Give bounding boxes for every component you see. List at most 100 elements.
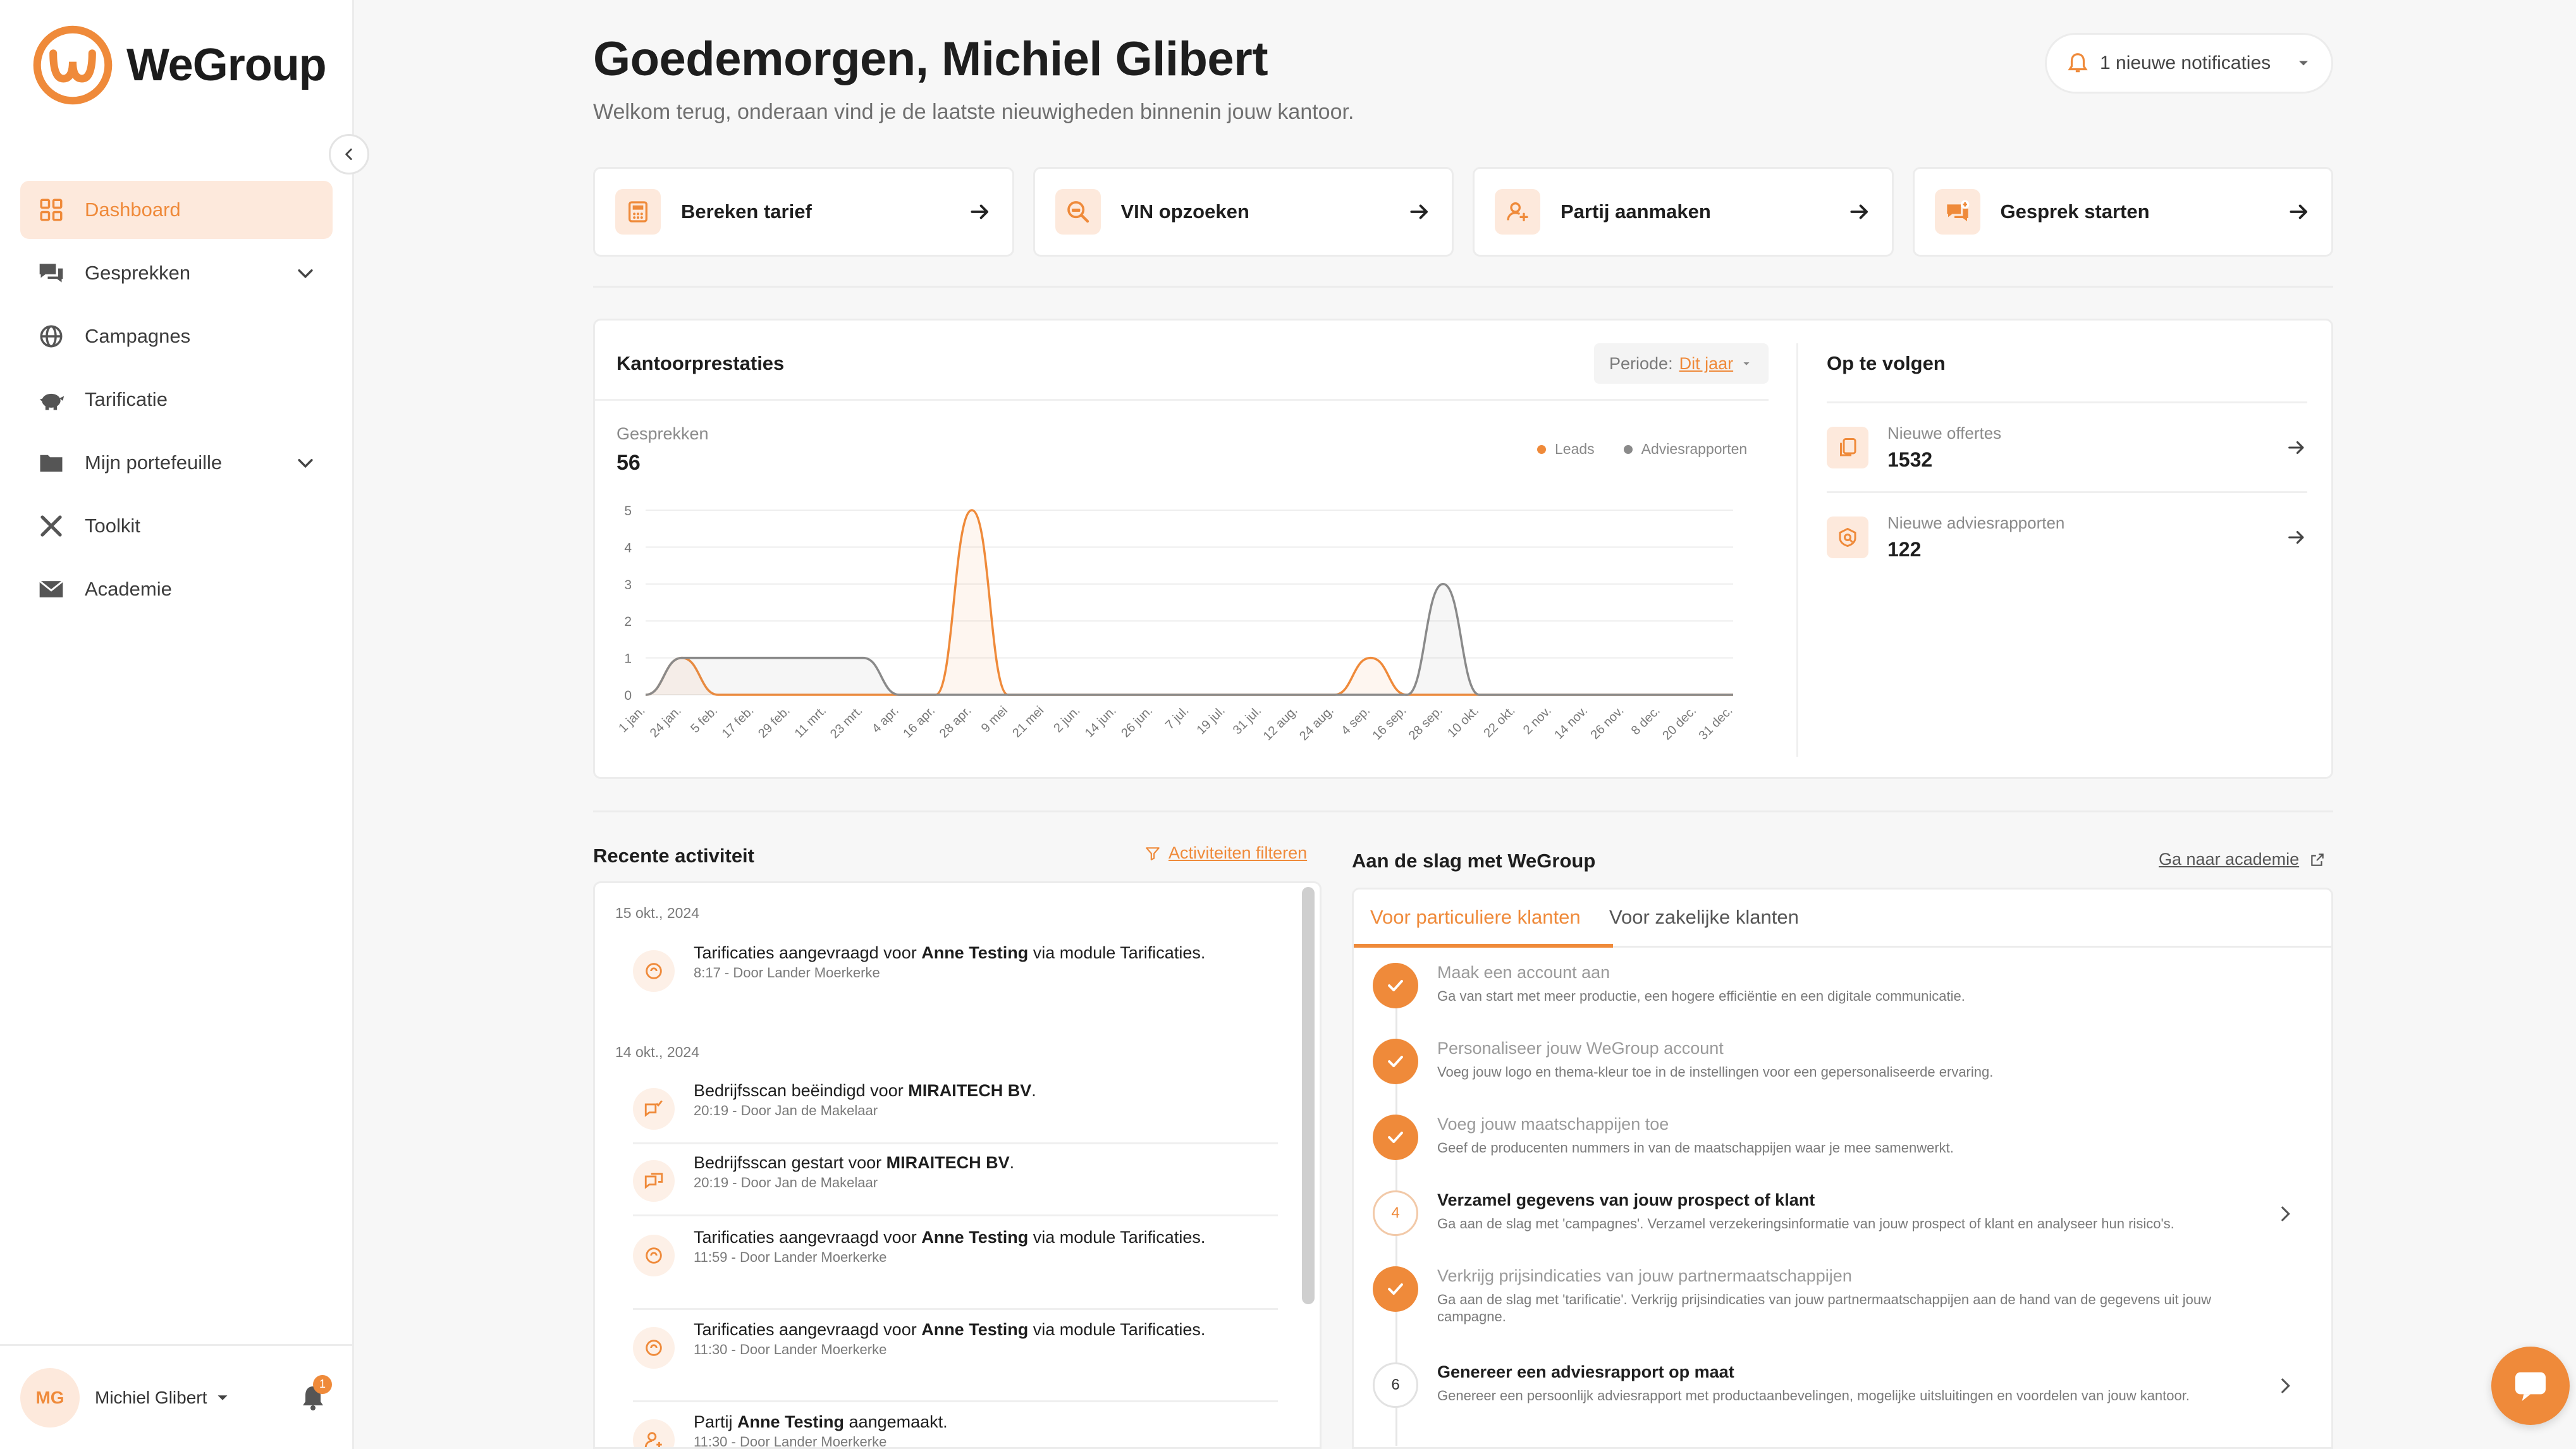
add-user-icon: [633, 1419, 675, 1447]
step-description: Ga van start met meer productie, een hog…: [1437, 988, 1965, 1004]
chevron-down-icon[interactable]: [295, 452, 316, 474]
sidebar-item-toolkit[interactable]: Toolkit: [20, 497, 333, 555]
sidebar-item-dashboard[interactable]: Dashboard: [20, 181, 333, 239]
vin-opzoeken-button[interactable]: VIN opzoeken: [1033, 167, 1454, 257]
list-item[interactable]: Tarificaties aangevraagd voor Anne Testi…: [633, 1227, 1278, 1276]
activity-text: Partij Anne Testing aangemaakt.: [694, 1412, 948, 1431]
arrow-right-icon: [2288, 441, 2304, 455]
scrollbar[interactable]: [1302, 887, 1315, 1304]
list-item[interactable]: Partij Anne Testing aangemaakt. 11:30 - …: [633, 1412, 1278, 1447]
action-label: VIN opzoeken: [1120, 200, 1249, 223]
follow-item-offertes[interactable]: Nieuwe offertes 1532: [1827, 407, 2307, 489]
step-description: Genereer een persoonlijk adviesrapport m…: [1437, 1388, 2190, 1403]
user-menu[interactable]: Michiel Glibert: [95, 1388, 294, 1408]
x-tick-label: 21 mei: [1010, 704, 1046, 740]
filter-activities-link[interactable]: Activiteiten filteren: [1144, 843, 1307, 863]
period-selector[interactable]: Periode: Dit jaar: [1594, 343, 1769, 384]
step-4[interactable]: 4 Verzamel gegevens van jouw prospect of…: [1373, 1190, 2315, 1236]
follow-item-adviesrapporten[interactable]: Nieuwe adviesrapporten 122: [1827, 496, 2307, 578]
step-title: Voeg jouw maatschappijen toe: [1437, 1115, 1669, 1134]
brand-name: WeGroup: [126, 40, 327, 90]
x-tick-label: 17 feb.: [720, 704, 757, 741]
chevron-right-icon[interactable]: [2274, 1375, 2296, 1397]
quick-actions: Bereken tarief VIN opzoeken Partij aanma…: [593, 167, 2333, 257]
gesprek-starten-button[interactable]: Gesprek starten: [1912, 167, 2333, 257]
x-tick-label: 20 dec.: [1660, 704, 1699, 743]
notifications-label: 1 nieuwe notificaties: [2100, 52, 2271, 73]
pricing-icon: [633, 950, 675, 992]
sidebar-item-campagnes[interactable]: Campagnes: [20, 307, 333, 365]
step-number: 6: [1373, 1362, 1418, 1408]
step-title: Personaliseer jouw WeGroup account: [1437, 1039, 1724, 1058]
bereken-tarief-button[interactable]: Bereken tarief: [593, 167, 1014, 257]
sidebar: WeGroup Dashboard Gesprekken Campagnes T…: [0, 0, 369, 1449]
partij-aanmaken-button[interactable]: Partij aanmaken: [1473, 167, 1894, 257]
follow-label: Nieuwe adviesrapporten: [1887, 513, 2065, 532]
chat-icon: [633, 1160, 675, 1202]
x-tick-label: 12 aug.: [1261, 704, 1301, 743]
step-title: Maak een account aan: [1437, 963, 1610, 982]
step-description: Ga aan de slag met 'campagnes'. Verzamel…: [1437, 1216, 2174, 1232]
avatar[interactable]: MG: [20, 1367, 80, 1428]
collapse-sidebar-button[interactable]: [329, 134, 369, 174]
pricing-icon: [633, 1327, 675, 1369]
page-title: Goedemorgen, Michiel Glibert: [593, 32, 1268, 86]
arrow-right-icon: [970, 204, 988, 219]
notifications-dropdown[interactable]: 1 nieuwe notificaties: [2045, 33, 2333, 94]
step-title: Verzamel gegevens van jouw prospect of k…: [1437, 1190, 1815, 1209]
x-tick-label: 29 feb.: [756, 704, 793, 741]
divider: [593, 286, 2333, 288]
activity-meta: 11:30 - Door Lander Moerkerke: [694, 1342, 887, 1357]
x-tick-label: 14 jun.: [1083, 704, 1119, 740]
list-item[interactable]: Tarificaties aangevraagd voor Anne Testi…: [633, 1319, 1278, 1369]
sidebar-item-gesprekken[interactable]: Gesprekken: [20, 244, 333, 302]
gesprekken-chart: 0123451 jan. 24 jan. 5 feb.17 feb.29 feb.1…: [616, 504, 1736, 743]
piggy-bank-icon: [37, 385, 66, 414]
legend-label: Leads: [1555, 441, 1595, 457]
list-item[interactable]: Bedrijfsscan gestart voor MIRAITECH BV. …: [633, 1152, 1278, 1202]
x-tick-label: 31 dec.: [1696, 704, 1736, 743]
step-6[interactable]: 6 Genereer een adviesrapport op maat Gen…: [1373, 1362, 2315, 1408]
follow-value: 122: [1887, 538, 1922, 561]
support-chat-button[interactable]: [2491, 1347, 2570, 1425]
user-name: Michiel Glibert: [95, 1387, 207, 1407]
logo[interactable]: WeGroup: [30, 23, 327, 107]
activity-panel: 15 okt., 2024 Tarificaties aangevraagd v…: [593, 881, 1322, 1449]
go-to-academy-link[interactable]: Ga naar academie: [2159, 850, 2326, 869]
x-tick-label: 8 dec.: [1629, 704, 1663, 738]
x-tick-label: 23 mrt.: [828, 704, 866, 742]
getting-started-panel: Voor particuliere klanten Voor zakelijke…: [1352, 888, 2333, 1449]
sidebar-item-academie[interactable]: Academie: [20, 560, 333, 618]
list-item[interactable]: Tarificaties aangevraagd voor Anne Testi…: [633, 943, 1278, 992]
chevron-right-icon[interactable]: [2274, 1203, 2296, 1225]
tab-zakelijke-klanten[interactable]: Voor zakelijke klanten: [1609, 906, 1799, 929]
x-tick-label: 5 feb.: [688, 704, 720, 736]
follow-value: 1532: [1887, 448, 1933, 471]
check-icon: [1373, 963, 1418, 1008]
list-item[interactable]: Bedrijfsscan beëindigd voor MIRAITECH BV…: [633, 1080, 1278, 1130]
arrow-right-icon: [2290, 204, 2307, 219]
sidebar-item-mijn-portefeuille[interactable]: Mijn portefeuille: [20, 434, 333, 492]
sidebar-item-tarificatie[interactable]: Tarificatie: [20, 370, 333, 429]
report-icon: [1827, 517, 1868, 558]
action-label: Bereken tarief: [681, 200, 812, 223]
x-tick-label: 16 apr.: [900, 704, 938, 741]
x-tick-label: 16 sep.: [1370, 704, 1409, 743]
activity-text: Bedrijfsscan beëindigd voor MIRAITECH BV…: [694, 1081, 1036, 1100]
legend-item-adviesrapporten[interactable]: Adviesrapporten: [1623, 441, 1747, 458]
divider: [1827, 491, 2307, 493]
step-description: Ga aan de slag met 'tarificatie'. Verkri…: [1437, 1292, 2212, 1324]
filter-label: Activiteiten filteren: [1168, 843, 1308, 862]
notifications-bell[interactable]: 1: [294, 1374, 332, 1417]
metric-value: 56: [616, 451, 641, 475]
x-tick-label: 9 mei: [979, 704, 1010, 735]
documents-icon: [1827, 427, 1868, 468]
notification-count-badge: 1: [313, 1374, 332, 1394]
dashboard-icon: [37, 195, 66, 224]
legend-dot: [1537, 444, 1546, 454]
bell-icon: [2068, 53, 2088, 73]
legend-item-leads[interactable]: Leads: [1537, 441, 1595, 458]
chevron-down-icon[interactable]: [295, 262, 316, 284]
follow-label: Nieuwe offertes: [1887, 424, 2002, 443]
tab-particuliere-klanten[interactable]: Voor particuliere klanten: [1370, 906, 1581, 929]
